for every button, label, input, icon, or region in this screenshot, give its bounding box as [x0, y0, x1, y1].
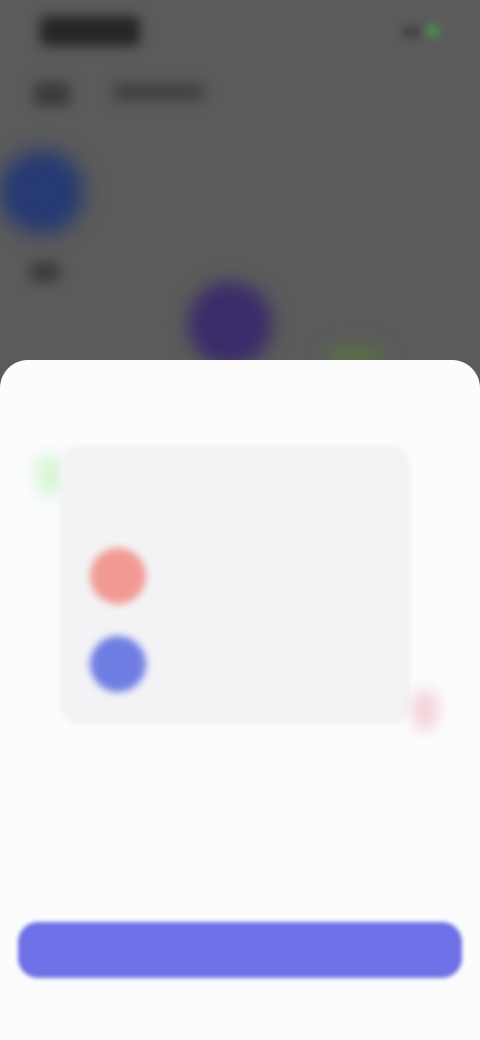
status-icons [390, 20, 440, 40]
bottom-sheet [0, 360, 480, 1040]
battery-icon [426, 24, 440, 38]
back-arrow-icon [34, 82, 70, 106]
contact-row [90, 628, 390, 708]
background-avatar [0, 150, 84, 234]
background-avatar-center [188, 282, 272, 366]
decorative-shape [412, 690, 438, 730]
background-title [114, 84, 204, 100]
contact-avatar-icon [90, 548, 146, 604]
continue-button[interactable] [18, 922, 462, 978]
contact-row [90, 540, 390, 620]
background-app [0, 0, 480, 380]
status-time-block [40, 16, 140, 46]
background-header [24, 80, 444, 110]
signal-icon [402, 26, 420, 38]
background-label [30, 262, 60, 282]
contact-avatar-icon [90, 636, 146, 692]
status-bar [0, 0, 480, 60]
